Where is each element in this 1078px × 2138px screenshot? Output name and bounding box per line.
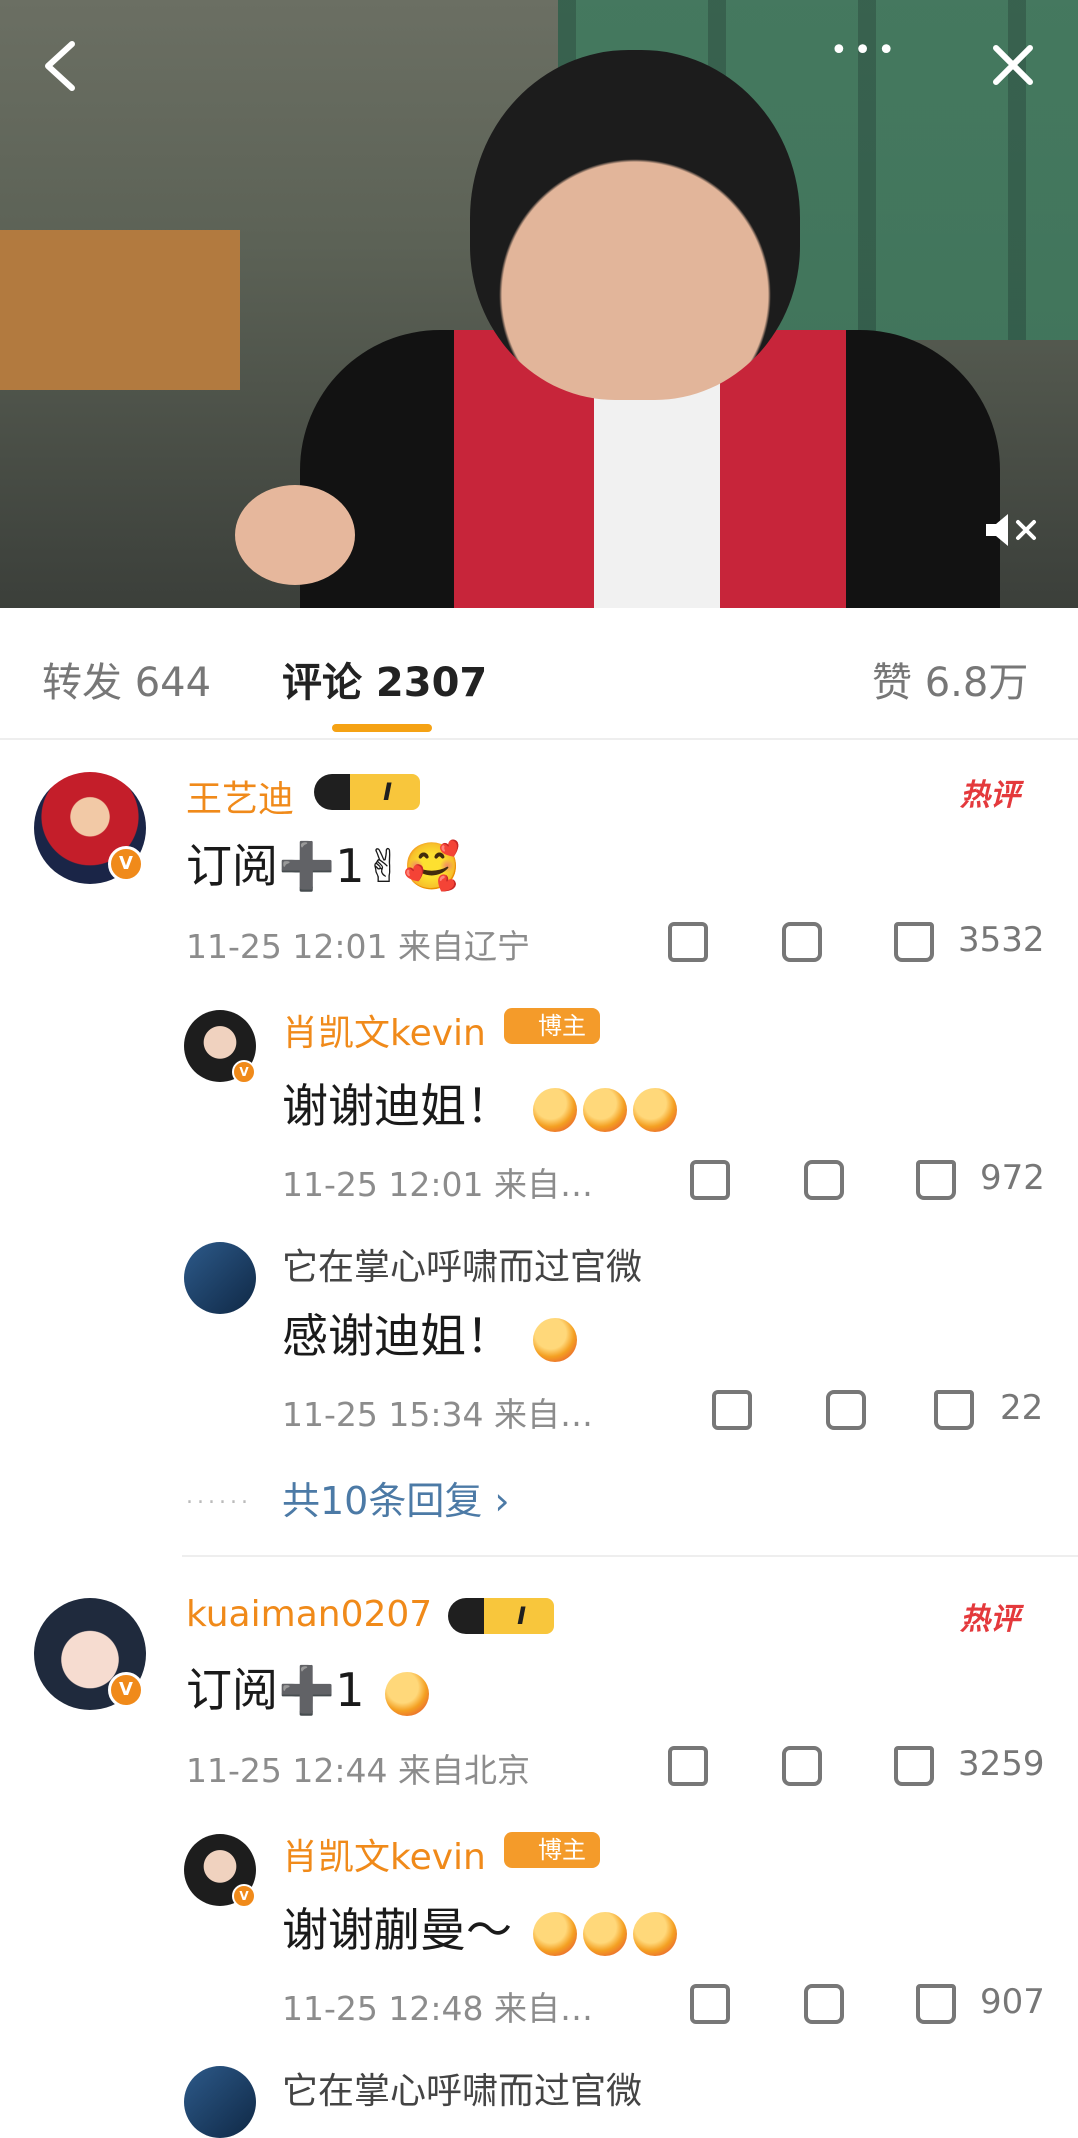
reply-text-content: 谢谢蒯曼～: [282, 1903, 512, 1957]
comment-text: 订阅➕1✌🥰: [186, 839, 461, 893]
background-desk: [0, 230, 240, 390]
member-crown-badge: I: [448, 1598, 554, 1634]
comment-meta: 11-25 12:01 来自辽宁: [186, 927, 530, 966]
more-icon[interactable]: •••: [830, 36, 901, 66]
reply-text-content: 谢谢迪姐！: [282, 1079, 512, 1133]
more-replies-link[interactable]: 共10条回复 ›: [282, 1470, 510, 1525]
reply-author-name[interactable]: 它在掌心呼啸而过官微: [282, 1238, 642, 1290]
comment-tabs: 转发 644 评论 2307 赞 6.8万: [0, 608, 1078, 740]
reply-meta: 11-25 12:48 来自…: [282, 1989, 593, 2028]
member-crown-badge: I: [314, 774, 420, 810]
reply-meta: 11-25 15:34 来自…: [282, 1395, 593, 1434]
hot-comment-tag: 热评: [960, 778, 1020, 813]
divider: [182, 1555, 1078, 1557]
dots-separator: ......: [186, 1484, 252, 1509]
avatar[interactable]: [184, 1242, 256, 1314]
like-count: 22: [1000, 1388, 1044, 1428]
comment-icon[interactable]: [804, 1984, 844, 2024]
avatar[interactable]: [184, 2066, 256, 2138]
tab-comments[interactable]: 评论 2307: [282, 650, 487, 708]
comment-icon[interactable]: [826, 1390, 866, 1430]
verified-badge: V: [108, 846, 144, 882]
tab-repost[interactable]: 转发 644: [42, 650, 211, 708]
share-icon[interactable]: [690, 1160, 730, 1200]
video-person-head: [470, 50, 800, 400]
like-count: 907: [980, 1982, 1045, 2022]
emoji-icon: [532, 1317, 577, 1362]
reply-text: 谢谢迪姐！: [282, 1070, 677, 1136]
close-icon[interactable]: [988, 40, 1038, 90]
reply-text-content: 感谢迪姐！: [282, 1309, 512, 1363]
commenter-name[interactable]: kuaiman0207: [186, 1594, 432, 1635]
comment-icon[interactable]: [782, 1746, 822, 1786]
like-icon[interactable]: [916, 1984, 956, 2024]
comment-icon[interactable]: [782, 922, 822, 962]
verified-badge: V: [232, 1884, 256, 1908]
like-count: 972: [980, 1158, 1045, 1198]
share-icon[interactable]: [690, 1984, 730, 2024]
mute-icon[interactable]: [982, 510, 1038, 556]
hot-comment-tag: 热评: [960, 1602, 1020, 1637]
share-icon[interactable]: [668, 1746, 708, 1786]
emoji-icon: [632, 1911, 677, 1956]
emoji-icon: [532, 1911, 577, 1956]
emoji-icon: [582, 1911, 627, 1956]
like-icon[interactable]: [894, 922, 934, 962]
reply-text: 谢谢蒯曼～: [282, 1894, 677, 1960]
like-count: 3259: [958, 1744, 1045, 1784]
commenter-name[interactable]: 王艺迪: [186, 770, 294, 822]
like-icon[interactable]: [934, 1390, 974, 1430]
video-person-hand: [235, 485, 355, 585]
share-icon[interactable]: [712, 1390, 752, 1430]
video-player[interactable]: •••: [0, 0, 1078, 608]
emoji-icon: [385, 1671, 430, 1716]
reply-author-name[interactable]: 肖凯文kevin: [282, 1004, 486, 1056]
comment-icon[interactable]: [804, 1160, 844, 1200]
verified-badge: V: [108, 1672, 144, 1708]
share-icon[interactable]: [668, 922, 708, 962]
emoji-icon: [632, 1087, 677, 1132]
blogger-badge: 博主: [504, 1008, 600, 1044]
like-icon[interactable]: [916, 1160, 956, 1200]
blogger-badge: 博主: [504, 1832, 600, 1868]
active-tab-indicator: [332, 724, 432, 732]
reply-text: 感谢迪姐！: [282, 1300, 577, 1366]
comment-text: 订阅➕1: [186, 1654, 430, 1720]
tab-likes[interactable]: 赞 6.8万: [872, 650, 1028, 708]
like-count: 3532: [958, 920, 1045, 960]
emoji-icon: [582, 1087, 627, 1132]
emoji-icon: [532, 1087, 577, 1132]
reply-author-name[interactable]: 它在掌心呼啸而过官微: [282, 2062, 642, 2114]
reply-meta: 11-25 12:01 来自…: [282, 1165, 593, 1204]
reply-author-name[interactable]: 肖凯文kevin: [282, 1828, 486, 1880]
back-icon[interactable]: [36, 36, 86, 96]
comment-meta: 11-25 12:44 来自北京: [186, 1751, 530, 1790]
like-icon[interactable]: [894, 1746, 934, 1786]
comment-text-content: 订阅➕1: [186, 1663, 365, 1717]
verified-badge: V: [232, 1060, 256, 1084]
